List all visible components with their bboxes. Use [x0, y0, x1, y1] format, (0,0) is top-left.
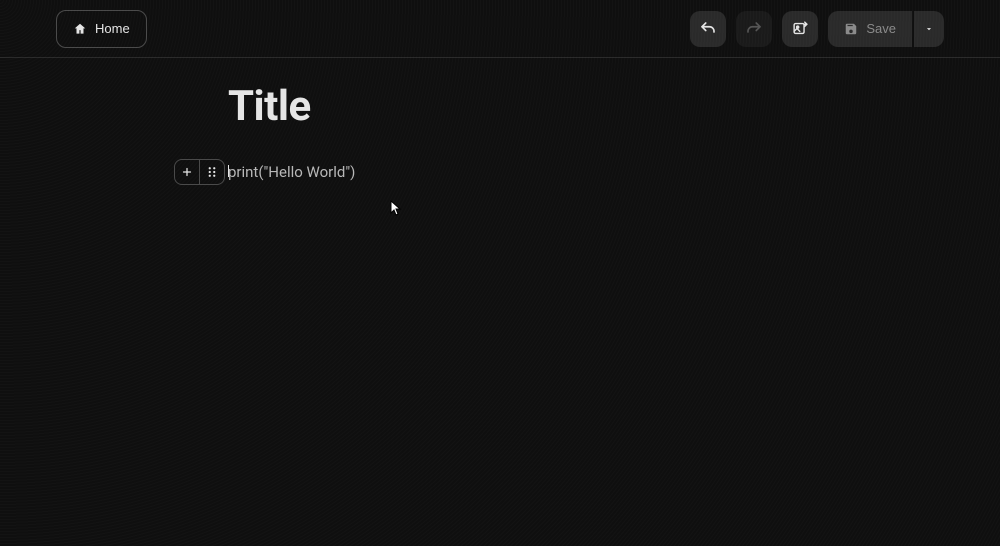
- toolbar-right: Save: [690, 11, 944, 47]
- save-icon: [844, 22, 858, 36]
- home-button[interactable]: Home: [56, 10, 147, 48]
- chevron-down-icon: [924, 24, 934, 34]
- header-bar: Home Save: [0, 0, 1000, 58]
- drag-handle-icon: [207, 166, 217, 178]
- content-block: print("Hello World"): [228, 163, 1000, 181]
- home-label: Home: [95, 21, 130, 36]
- undo-icon: [699, 20, 717, 38]
- image-export-button[interactable]: [782, 11, 818, 47]
- undo-button[interactable]: [690, 11, 726, 47]
- code-text[interactable]: print("Hello World"): [228, 163, 355, 181]
- image-icon: [792, 20, 809, 37]
- page-title[interactable]: Title: [228, 82, 1000, 131]
- redo-button[interactable]: [736, 11, 772, 47]
- add-block-button[interactable]: [175, 160, 199, 184]
- drag-handle-button[interactable]: [200, 160, 224, 184]
- block-controls: [174, 159, 225, 185]
- save-button[interactable]: Save: [828, 11, 912, 47]
- home-icon: [73, 22, 87, 36]
- redo-icon: [745, 20, 763, 38]
- save-label: Save: [866, 21, 896, 36]
- save-group: Save: [828, 11, 944, 47]
- editor-content: Title print("Hello World"): [0, 58, 1000, 181]
- save-dropdown-button[interactable]: [914, 11, 944, 47]
- plus-icon: [181, 166, 193, 178]
- mouse-cursor: [390, 200, 402, 216]
